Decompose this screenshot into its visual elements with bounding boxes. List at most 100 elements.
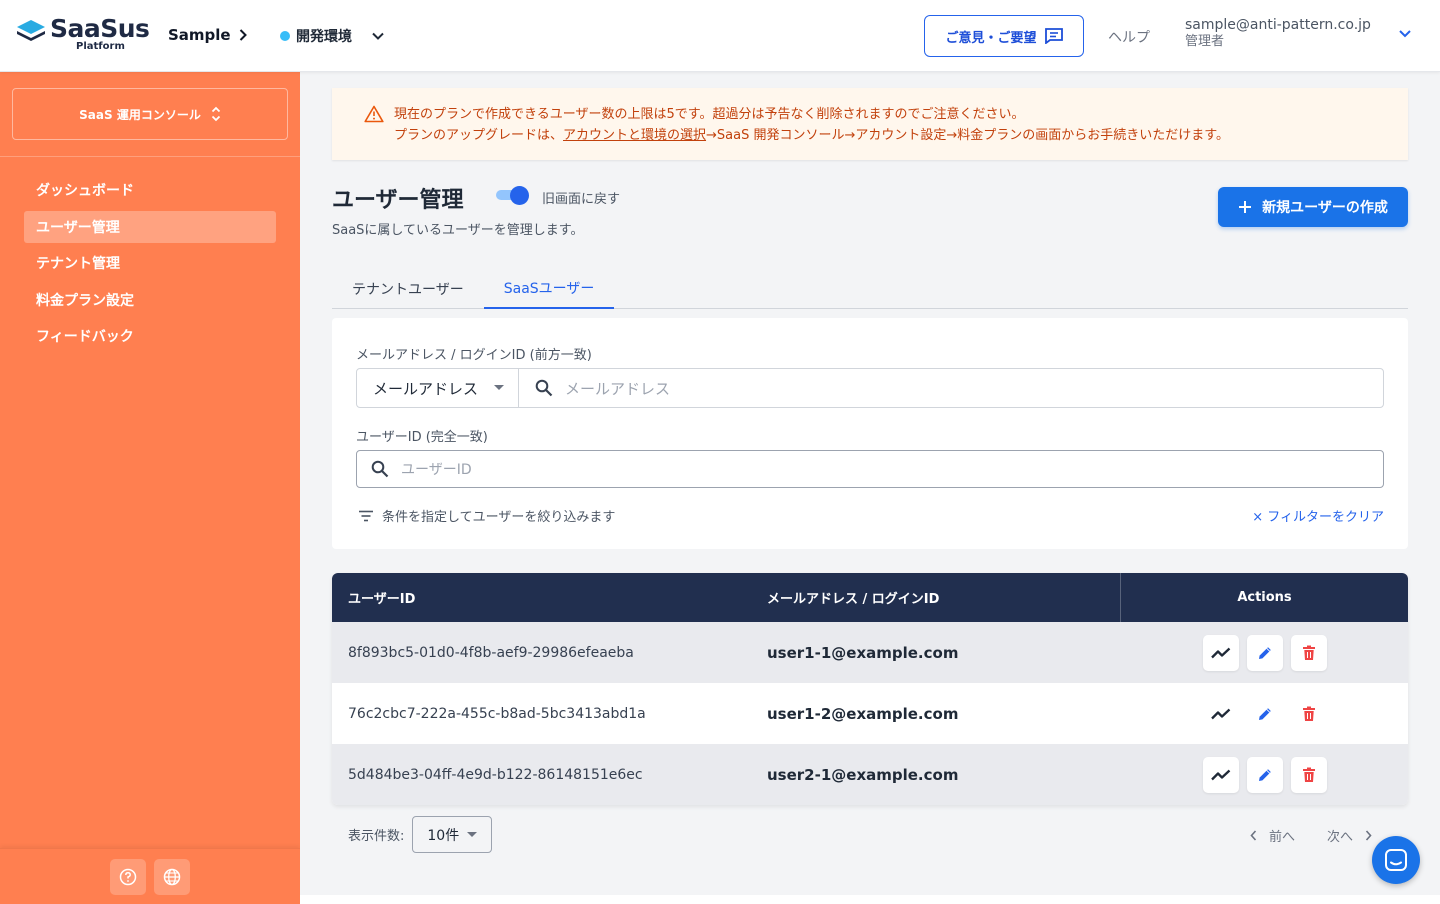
prev-label: 前へ [1269, 830, 1296, 845]
language-button[interactable] [154, 858, 190, 895]
warning-icon [364, 105, 384, 123]
env-selector[interactable]: 開発環境 [280, 26, 384, 46]
sidebar-divider [0, 156, 300, 157]
pencil-icon [1258, 707, 1271, 720]
app-name: Sample [168, 26, 231, 44]
email-cell: user2-1@example.com [767, 765, 959, 784]
trash-icon [1302, 706, 1315, 721]
tab-saas-users[interactable]: SaaSユーザー [483, 269, 615, 309]
trending-up-icon [1210, 647, 1230, 658]
search-icon [371, 460, 389, 478]
actions-cell [1121, 695, 1408, 732]
actions-cell [1121, 634, 1408, 671]
saasus-logo[interactable]: SaaSus Platform [16, 14, 150, 52]
table-row: 76c2cbc7-222a-455c-b8ad-5bc3413abd1a use… [332, 683, 1408, 744]
plan-limit-notice: 現在のプランで作成できるユーザー数の上限は5です。超過分は予告なく削除されますの… [332, 88, 1408, 160]
activity-button[interactable] [1202, 756, 1239, 793]
next-page-button[interactable]: 次へ [1327, 826, 1372, 845]
feedback-label: ご意見・ご要望 [945, 30, 1037, 46]
sidebar-item-feedback[interactable]: フィードバック [24, 320, 276, 352]
email-cell: user1-2@example.com [767, 704, 959, 723]
sidebar-footer [0, 848, 300, 904]
delete-button[interactable] [1290, 695, 1327, 732]
prev-page-button[interactable]: 前へ [1250, 826, 1295, 845]
email-field-select[interactable]: メールアドレス [357, 369, 519, 407]
unfold-icon [211, 106, 220, 122]
help-button[interactable] [110, 858, 146, 895]
logo-name: SaaSus [50, 14, 150, 43]
pagination-nav: 前へ 次へ [1250, 826, 1372, 845]
page-size-label: 表示件数: [348, 829, 405, 844]
activity-button[interactable] [1202, 695, 1239, 732]
activity-button[interactable] [1202, 634, 1239, 671]
edit-button[interactable] [1246, 756, 1283, 793]
logo-icon [17, 20, 45, 41]
email-search-input[interactable]: メールアドレス [519, 369, 1383, 407]
page-size-value: 10件 [427, 827, 460, 844]
toggle-knob [510, 186, 529, 205]
app-header: SaaSus Platform Sample 開発環境 ご意見・ご要望 ヘルプ … [0, 0, 1440, 72]
column-email[interactable]: メールアドレス / ログインID [751, 573, 1121, 622]
chat-icon [1385, 849, 1407, 871]
trash-icon [1302, 645, 1315, 660]
actions-cell [1121, 756, 1408, 793]
email-filter: メールアドレス メールアドレス [356, 368, 1384, 408]
create-user-button[interactable]: 新規ユーザーの作成 [1218, 187, 1408, 227]
help-link[interactable]: ヘルプ [1108, 27, 1150, 47]
chevron-down-icon [372, 32, 384, 40]
edit-button[interactable] [1246, 634, 1283, 671]
chevron-right-icon [1365, 830, 1372, 841]
console-switcher[interactable]: SaaS 運用コンソール [12, 88, 288, 140]
filter-hint: 条件を指定してユーザーを絞り込みます [358, 506, 615, 525]
delete-button[interactable] [1290, 634, 1327, 671]
sidebar-item-dashboard[interactable]: ダッシュボード [24, 174, 276, 206]
userid-placeholder: ユーザーID [401, 462, 472, 478]
env-status-dot [280, 31, 290, 41]
trash-icon [1302, 767, 1315, 782]
user-email: sample@anti-pattern.co.jp [1185, 17, 1371, 33]
users-table: ユーザーID メールアドレス / ログインID Actions 8f893bc5… [332, 573, 1408, 805]
column-actions: Actions [1237, 590, 1292, 605]
notice-line-2: プランのアップグレードは、アカウントと環境の選択→SaaS 開発コンソール→アカ… [394, 125, 1229, 146]
filter-panel: メールアドレス / ログインID (前方一致) メールアドレス メールアドレス … [332, 318, 1408, 549]
email-filter-label: メールアドレス / ログインID (前方一致) [356, 348, 592, 363]
edit-button[interactable] [1246, 695, 1283, 732]
page-size-select[interactable]: 10件 [412, 816, 493, 853]
user-type-tabs: テナントユーザー SaaSユーザー [332, 269, 1408, 309]
page-size-control: 表示件数: 10件 [348, 816, 493, 853]
legacy-view-toggle[interactable] [496, 186, 530, 205]
user-id-cell: 5d484be3-04ff-4e9d-b122-86148151e6ec [348, 766, 643, 783]
filter-icon [359, 510, 373, 521]
content-footer-strip [300, 895, 1440, 904]
sidebar-nav: ダッシュボード ユーザー管理 テナント管理 料金プラン設定 フィードバック [24, 174, 276, 357]
page-description: SaaSに属しているユーザーを管理します。 [332, 223, 584, 238]
email-cell: user1-1@example.com [767, 643, 959, 662]
chevron-down-icon[interactable] [1398, 29, 1412, 38]
delete-button[interactable] [1290, 756, 1327, 793]
feedback-button[interactable]: ご意見・ご要望 [924, 15, 1084, 57]
sidebar-item-users[interactable]: ユーザー管理 [24, 210, 276, 243]
app-switcher[interactable]: Sample [168, 26, 247, 44]
plus-icon [1239, 201, 1252, 213]
sidebar-item-pricing[interactable]: 料金プラン設定 [24, 284, 276, 316]
create-user-label: 新規ユーザーの作成 [1262, 200, 1388, 216]
table-header: ユーザーID メールアドレス / ログインID Actions [332, 573, 1408, 622]
caret-down-icon [494, 385, 504, 390]
user-menu[interactable]: sample@anti-pattern.co.jp 管理者 [1185, 16, 1371, 51]
env-name: 開発環境 [296, 29, 352, 45]
clear-filter-button[interactable]: × フィルターをクリア [1252, 506, 1384, 525]
trending-up-icon [1210, 708, 1230, 719]
table-row: 8f893bc5-01d0-4f8b-aef9-29986efeaeba use… [332, 622, 1408, 683]
column-user-id[interactable]: ユーザーID [332, 573, 751, 622]
next-label: 次へ [1327, 830, 1354, 845]
globe-icon [163, 868, 181, 885]
account-env-link[interactable]: アカウントと環境の選択 [563, 128, 706, 143]
sidebar-item-tenants[interactable]: テナント管理 [24, 247, 276, 279]
user-role: 管理者 [1185, 34, 1225, 50]
userid-search-input[interactable]: ユーザーID [356, 450, 1384, 488]
user-id-cell: 76c2cbc7-222a-455c-b8ad-5bc3413abd1a [348, 705, 646, 722]
console-label: SaaS 運用コンソール [79, 107, 201, 122]
search-icon [535, 379, 553, 397]
tab-tenant-users[interactable]: テナントユーザー [332, 269, 484, 309]
chat-launcher[interactable] [1372, 836, 1420, 884]
